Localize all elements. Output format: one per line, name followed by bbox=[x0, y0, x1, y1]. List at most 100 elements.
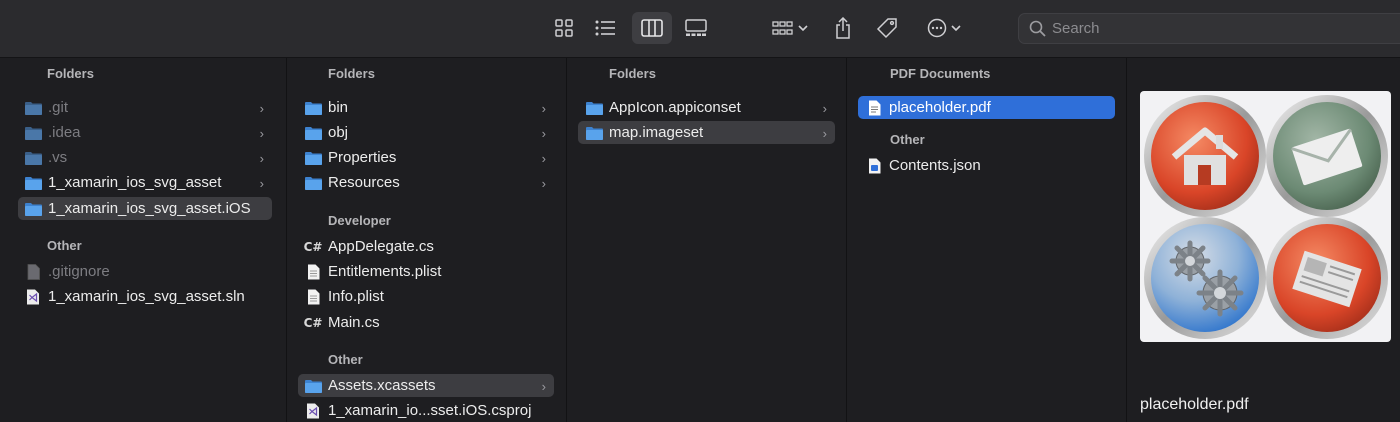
column-divider[interactable] bbox=[566, 58, 567, 422]
item-label: placeholder.pdf bbox=[889, 99, 991, 116]
list-item-gitignore[interactable]: .gitignore bbox=[18, 260, 272, 283]
item-label: AppIcon.appiconset bbox=[609, 99, 741, 116]
list-view-button[interactable] bbox=[590, 12, 620, 44]
chevron-right-icon: › bbox=[541, 176, 546, 191]
list-item-appiconset[interactable]: AppIcon.appiconset › bbox=[578, 96, 835, 119]
finder-toolbar bbox=[0, 0, 1400, 58]
group-menu-button[interactable] bbox=[766, 12, 814, 44]
json-icon bbox=[865, 158, 883, 174]
item-label: 1_xamarin_ios_svg_asset.sln bbox=[48, 288, 245, 305]
item-label: map.imageset bbox=[609, 124, 704, 141]
section-header: Other bbox=[328, 352, 363, 367]
item-label: Entitlements.plist bbox=[328, 263, 442, 280]
list-item-infoplist[interactable]: Info.plist bbox=[298, 285, 554, 308]
item-label: .git bbox=[48, 99, 69, 116]
item-label: Main.cs bbox=[328, 314, 380, 331]
icon-view-button[interactable] bbox=[549, 12, 579, 44]
column-divider[interactable] bbox=[1126, 58, 1127, 422]
section-header: Other bbox=[890, 132, 925, 147]
folder-icon bbox=[24, 125, 42, 141]
chevron-right-icon: › bbox=[541, 101, 546, 116]
newspaper-icon bbox=[1266, 217, 1388, 339]
item-label: 1_xamarin_io...sset.iOS.csproj bbox=[328, 402, 532, 419]
column-divider[interactable] bbox=[286, 58, 287, 422]
list-item-csproj[interactable]: 1_xamarin_io...sset.iOS.csproj bbox=[298, 399, 554, 422]
item-label: AppDelegate.cs bbox=[328, 238, 434, 255]
column-view-button[interactable] bbox=[632, 12, 672, 44]
chevron-right-icon: › bbox=[541, 126, 546, 141]
section-header: Folders bbox=[609, 66, 656, 81]
chevron-right-icon: › bbox=[822, 101, 827, 116]
columns-icon bbox=[641, 19, 663, 37]
item-label: .gitignore bbox=[48, 263, 110, 280]
list-item-xamarin-asset[interactable]: 1_xamarin_ios_svg_asset › bbox=[18, 171, 272, 194]
list-item-appdelegate[interactable]: C# AppDelegate.cs bbox=[298, 235, 554, 258]
chevron-right-icon: › bbox=[541, 379, 546, 394]
list-item-contents-json[interactable]: Contents.json bbox=[858, 154, 1115, 177]
list-item-bin[interactable]: bin › bbox=[298, 96, 554, 119]
list-item-resources[interactable]: Resources › bbox=[298, 171, 554, 194]
list-item-map-imageset[interactable]: map.imageset › bbox=[578, 121, 835, 144]
list-item-git[interactable]: .git › bbox=[18, 96, 272, 119]
share-button[interactable] bbox=[828, 12, 858, 44]
list-item-assets-xcassets[interactable]: Assets.xcassets › bbox=[298, 374, 554, 397]
grid-icon bbox=[555, 19, 573, 37]
search-field[interactable] bbox=[1018, 13, 1400, 44]
folder-icon bbox=[304, 378, 322, 394]
visual-studio-icon bbox=[304, 403, 322, 419]
folder-icon bbox=[585, 125, 603, 141]
list-item-properties[interactable]: Properties › bbox=[298, 146, 554, 169]
list-item-entitlements[interactable]: Entitlements.plist bbox=[298, 260, 554, 283]
item-label: 1_xamarin_ios_svg_asset bbox=[48, 174, 222, 191]
tags-button[interactable] bbox=[872, 12, 902, 44]
chevron-right-icon: › bbox=[822, 126, 827, 141]
chevron-right-icon: › bbox=[259, 101, 264, 116]
item-label: obj bbox=[328, 124, 349, 141]
item-label: Contents.json bbox=[889, 157, 981, 174]
section-header: Other bbox=[47, 238, 82, 253]
chevron-down-icon bbox=[951, 25, 961, 32]
section-header: Folders bbox=[328, 66, 375, 81]
search-input[interactable] bbox=[1052, 20, 1352, 37]
list-item-xamarin-asset-ios[interactable]: 1_xamarin_ios_svg_asset.iOS bbox=[18, 197, 272, 220]
mail-icon bbox=[1266, 95, 1388, 217]
list-item-idea[interactable]: .idea › bbox=[18, 121, 272, 144]
search-icon bbox=[1029, 20, 1046, 37]
gallery-view-button[interactable] bbox=[680, 12, 712, 44]
item-label: 1_xamarin_ios_svg_asset.iOS bbox=[48, 200, 251, 217]
chevron-right-icon: › bbox=[259, 126, 264, 141]
chevron-right-icon: › bbox=[259, 176, 264, 191]
share-icon bbox=[836, 17, 850, 39]
folder-icon bbox=[304, 175, 322, 191]
folder-icon bbox=[24, 150, 42, 166]
list-item-placeholder-pdf[interactable]: placeholder.pdf bbox=[858, 96, 1115, 119]
more-actions-button[interactable] bbox=[920, 12, 968, 44]
column-divider[interactable] bbox=[846, 58, 847, 422]
folder-icon bbox=[304, 125, 322, 141]
home-icon bbox=[1144, 95, 1266, 217]
file-preview[interactable] bbox=[1140, 91, 1391, 342]
list-item-maincs[interactable]: C# Main.cs bbox=[298, 311, 554, 334]
settings-gears-icon bbox=[1144, 217, 1266, 339]
pdf-icon bbox=[865, 100, 883, 116]
section-header: Developer bbox=[328, 213, 391, 228]
item-label: bin bbox=[328, 99, 349, 116]
list-item-obj[interactable]: obj › bbox=[298, 121, 554, 144]
item-label: Resources bbox=[328, 174, 400, 191]
tag-icon bbox=[876, 18, 897, 39]
item-label: Properties bbox=[328, 149, 397, 166]
folder-icon bbox=[24, 175, 42, 191]
plist-icon bbox=[304, 289, 322, 305]
section-header: PDF Documents bbox=[890, 66, 991, 81]
list-item-sln[interactable]: 1_xamarin_ios_svg_asset.sln bbox=[18, 285, 272, 308]
preview-filename: placeholder.pdf bbox=[1140, 396, 1249, 413]
preview-image bbox=[1144, 95, 1388, 339]
plist-icon bbox=[304, 264, 322, 280]
folder-icon bbox=[304, 100, 322, 116]
csharp-icon: C# bbox=[303, 315, 323, 330]
item-label: .idea bbox=[48, 124, 81, 141]
item-label: .vs bbox=[48, 149, 68, 166]
folder-icon bbox=[24, 100, 42, 116]
folder-icon bbox=[585, 100, 603, 116]
list-item-vs[interactable]: .vs › bbox=[18, 146, 272, 169]
